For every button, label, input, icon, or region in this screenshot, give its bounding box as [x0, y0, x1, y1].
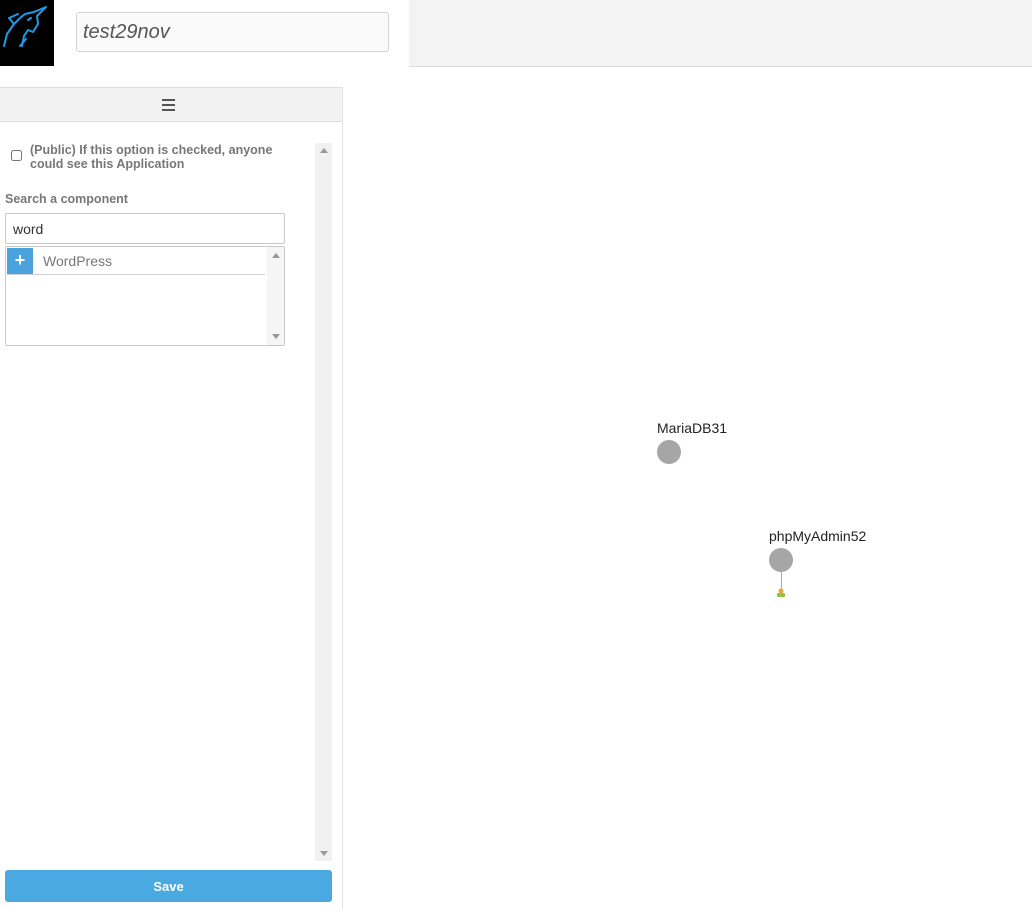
node-label-phpmyadmin: phpMyAdmin52 — [769, 528, 867, 544]
node-label-mariadb: MariaDB31 — [657, 420, 728, 436]
node-connector — [781, 572, 782, 589]
scroll-down-icon[interactable] — [320, 851, 328, 856]
hamburger-menu-icon[interactable] — [162, 99, 175, 111]
top-bar — [0, 0, 1032, 67]
sidebar-scrollbar[interactable] — [315, 143, 332, 861]
top-bar-background — [409, 0, 1032, 67]
result-label: WordPress — [43, 253, 112, 269]
public-option-label: (Public) If this option is checked, anyo… — [30, 143, 273, 171]
scroll-down-icon[interactable] — [272, 334, 280, 339]
sidebar: (Public) If this option is checked, anyo… — [0, 87, 343, 909]
search-label: Search a component — [5, 192, 128, 206]
sidebar-header — [0, 87, 342, 122]
scroll-up-icon[interactable] — [320, 148, 328, 153]
search-input[interactable] — [5, 213, 285, 244]
plus-icon[interactable]: + — [7, 248, 33, 274]
save-button[interactable]: Save — [5, 870, 332, 902]
search-results-list: + WordPress — [5, 246, 285, 346]
results-scrollbar[interactable] — [267, 247, 284, 345]
public-checkbox[interactable] — [11, 150, 22, 161]
application-canvas[interactable]: MariaDB31 phpMyAdmin52 — [343, 67, 1032, 909]
list-item[interactable]: + WordPress — [7, 248, 265, 275]
node-phpmyadmin[interactable] — [769, 548, 793, 572]
logo[interactable] — [0, 0, 54, 66]
unicorn-logo-icon — [3, 6, 47, 47]
app-name-input[interactable] — [76, 12, 389, 52]
node-mariadb[interactable] — [657, 440, 681, 464]
scroll-up-icon[interactable] — [272, 253, 280, 258]
connection-pin-icon[interactable] — [777, 588, 785, 597]
